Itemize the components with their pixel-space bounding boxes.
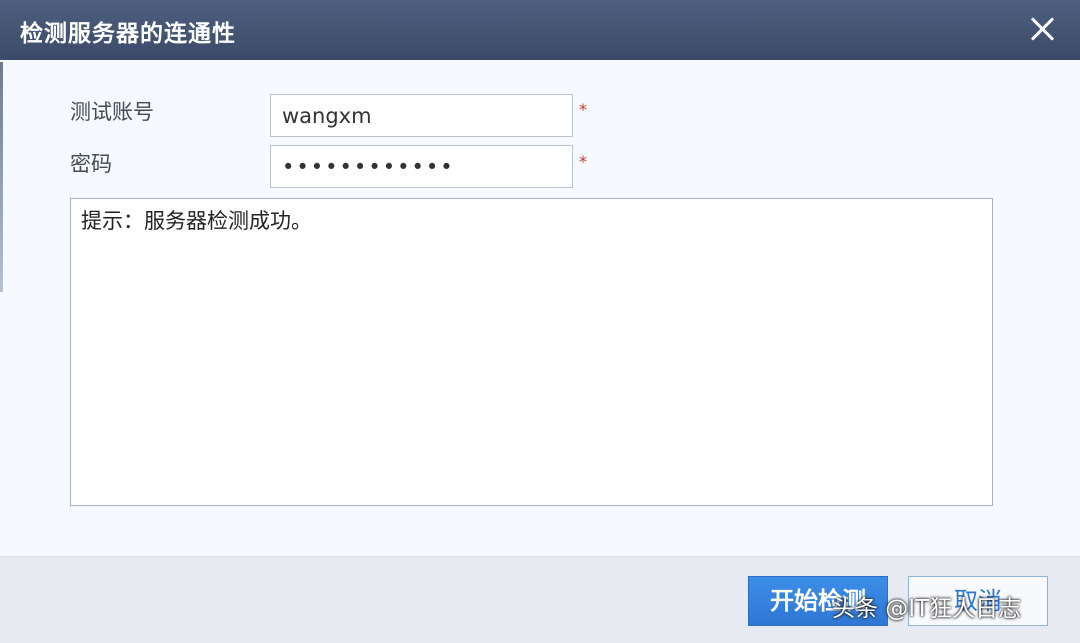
dialog-left-edge	[0, 62, 3, 292]
password-label: 密码	[70, 152, 112, 176]
dialog-title: 检测服务器的连通性	[20, 21, 236, 47]
test-account-input[interactable]	[270, 94, 573, 137]
required-mark-password: *	[579, 152, 587, 171]
connectivity-dialog: 检测服务器的连通性 测试账号 * 密码 * 提示：服务器检测成功。 开始检测 取…	[0, 0, 1080, 643]
result-message-text: 提示：服务器检测成功。	[81, 209, 312, 233]
password-input[interactable]	[270, 145, 573, 188]
close-icon[interactable]	[1028, 14, 1058, 44]
result-message-area[interactable]: 提示：服务器检测成功。	[70, 198, 993, 506]
test-account-label: 测试账号	[70, 100, 154, 124]
cancel-button[interactable]: 取消	[908, 576, 1048, 626]
dialog-titlebar: 检测服务器的连通性	[0, 0, 1080, 60]
required-mark-account: *	[579, 100, 587, 119]
start-check-button[interactable]: 开始检测	[748, 576, 888, 626]
